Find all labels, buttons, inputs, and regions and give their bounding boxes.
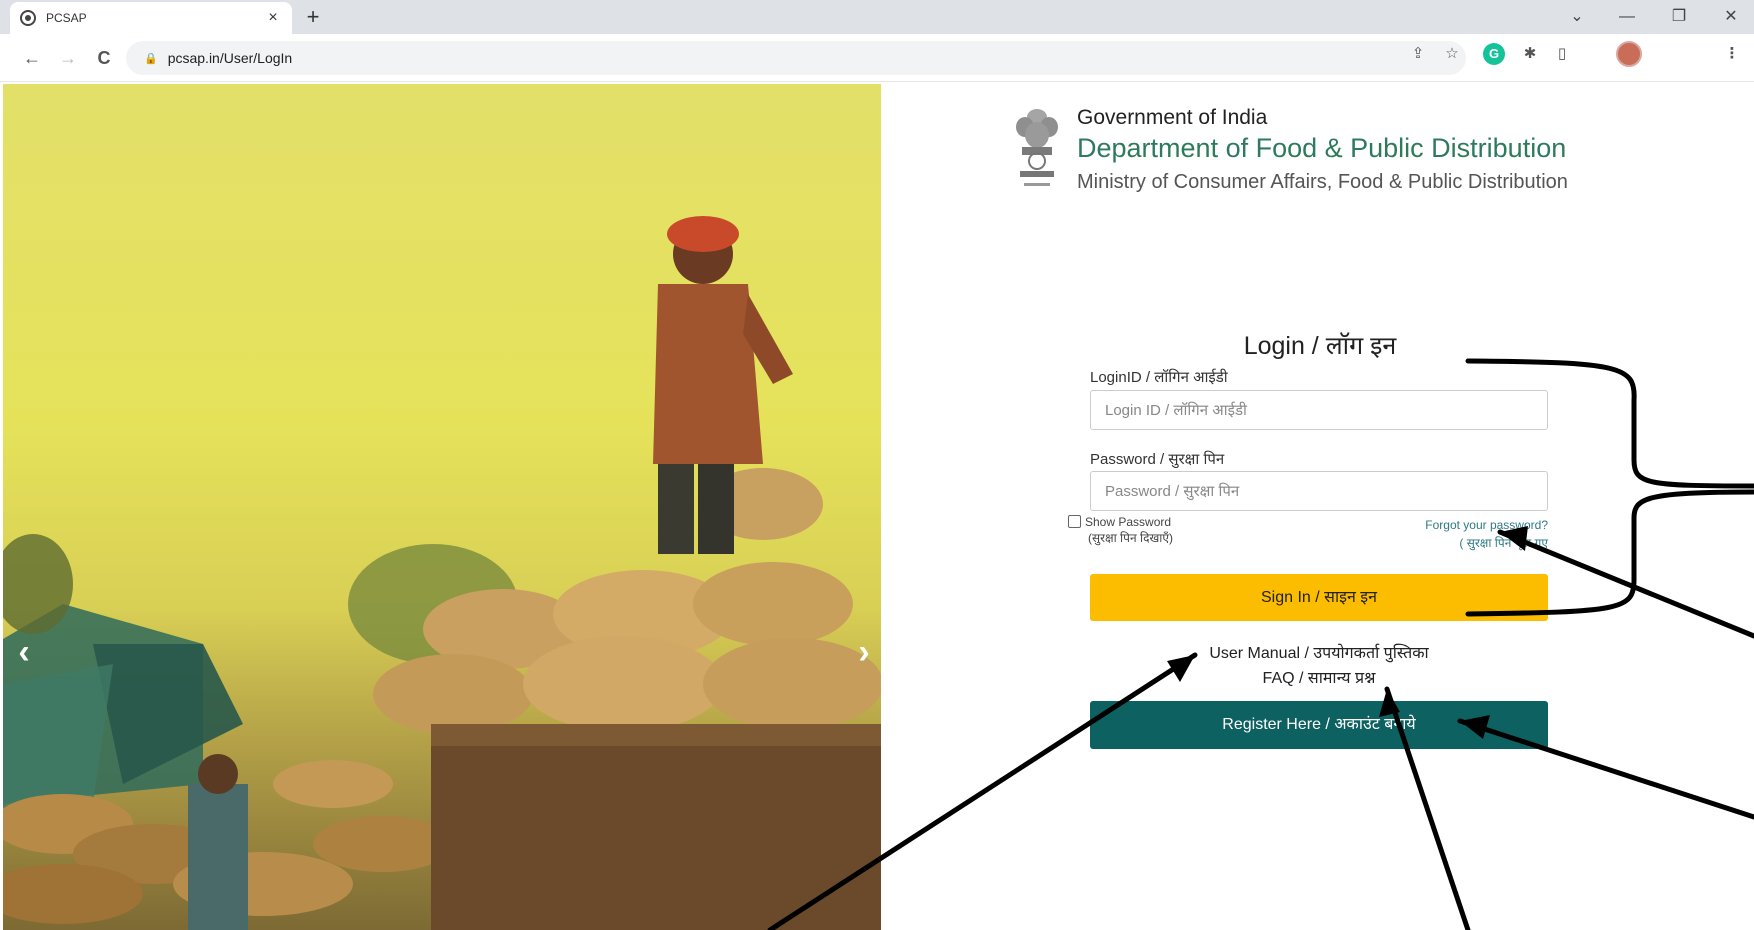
ministry-text: Ministry of Consumer Affairs, Food & Pub… xyxy=(1077,171,1568,193)
sign-in-button[interactable]: Sign In / साइन इन xyxy=(1090,574,1548,621)
help-links: User Manual / उपयोगकर्ता पुस्तिका FAQ / … xyxy=(1090,641,1548,691)
password-label: Password / सुरक्षा पिन xyxy=(1090,451,1225,468)
extensions-puzzle-icon[interactable]: ✱ xyxy=(1518,42,1542,66)
show-password-checkbox[interactable] xyxy=(1068,515,1081,528)
national-emblem-logo xyxy=(1016,109,1058,186)
department-title: Department of Food & Public Distribution xyxy=(1077,133,1567,163)
loginid-input[interactable] xyxy=(1090,390,1548,430)
menu-kebab-icon[interactable]: ⋮ xyxy=(1720,42,1744,66)
close-window-button[interactable]: ✕ xyxy=(1718,4,1744,30)
tab-search-icon[interactable]: ⌄ xyxy=(1564,4,1590,30)
tab-close-icon[interactable]: × xyxy=(264,9,282,27)
show-password-toggle[interactable]: Show Password (सुरक्षा पिन दिखाएँ) xyxy=(1068,514,1173,546)
user-manual-link[interactable]: User Manual / उपयोगकर्ता पुस्तिका xyxy=(1209,645,1428,662)
faq-link[interactable]: FAQ / सामान्य प्रश्न xyxy=(1263,670,1376,687)
side-panel-icon[interactable]: ▯ xyxy=(1550,42,1574,66)
forgot-password-text-hindi[interactable]: ( सुरक्षा पिन भूल गए xyxy=(1459,536,1548,550)
share-icon[interactable]: ⇪ xyxy=(1406,42,1430,66)
carousel-prev-button[interactable]: ‹ xyxy=(9,632,39,672)
profile-avatar[interactable] xyxy=(1616,41,1642,67)
reload-button[interactable]: C xyxy=(92,46,116,70)
show-password-label: Show Password xyxy=(1085,515,1172,529)
login-title: Login / लॉग इन xyxy=(1243,332,1397,360)
hero-illustration xyxy=(3,216,881,930)
register-button[interactable]: Register Here / अकाउंट बनाये xyxy=(1090,701,1548,749)
tab-title: PCSAP xyxy=(46,11,87,25)
forward-button[interactable]: → xyxy=(56,46,80,70)
forgot-password-text[interactable]: Forgot your password? xyxy=(1425,518,1548,532)
lock-icon: 🔒 xyxy=(144,52,158,65)
restore-button[interactable]: ❐ xyxy=(1666,4,1692,30)
address-bar[interactable]: 🔒 pcsap.in/User/LogIn xyxy=(126,41,1466,75)
browser-nav-bar: ← → C 🔒 pcsap.in/User/LogIn ⇪ ☆ G ✱ ▯ ⋮ xyxy=(0,34,1754,82)
government-of-india-text: Government of India xyxy=(1077,106,1268,129)
loginid-label: LoginID / लॉगिन आईडी xyxy=(1090,369,1228,386)
forgot-password-link[interactable]: Forgot your password? ( सुरक्षा पिन भूल … xyxy=(1350,516,1548,552)
globe-icon xyxy=(20,10,36,26)
url-text: pcsap.in/User/LogIn xyxy=(167,50,293,66)
minimize-button[interactable]: — xyxy=(1614,4,1640,30)
new-tab-button[interactable]: + xyxy=(300,4,326,30)
password-input[interactable] xyxy=(1090,471,1548,511)
bookmark-star-icon[interactable]: ☆ xyxy=(1440,42,1464,66)
grammarly-extension-icon[interactable]: G xyxy=(1483,43,1505,65)
hero-carousel-image: ‹ › xyxy=(3,84,881,930)
browser-tab-bar: PCSAP × + ⌄ — ❐ ✕ xyxy=(0,0,1754,34)
carousel-next-button[interactable]: › xyxy=(849,632,879,672)
back-button[interactable]: ← xyxy=(20,46,44,70)
show-password-label-hindi: (सुरक्षा पिन दिखाएँ) xyxy=(1088,531,1174,545)
browser-tab[interactable]: PCSAP × xyxy=(10,2,292,34)
